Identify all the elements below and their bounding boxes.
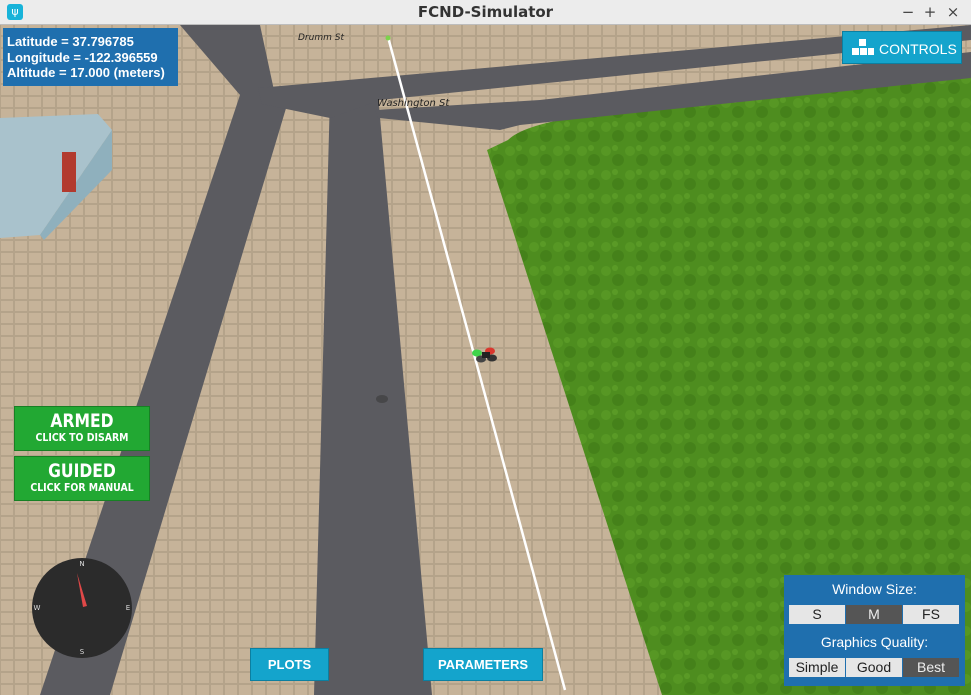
street-label-drumm: Drumm St — [298, 33, 344, 43]
quality-simple[interactable]: Simple — [789, 658, 845, 677]
compass: N S E W — [32, 558, 132, 658]
telemetry-panel: Latitude = 37.796785 Longitude = -122.39… — [3, 28, 178, 86]
title-bar: ψ FCND-Simulator − + × — [0, 0, 971, 25]
window-size-m[interactable]: M — [846, 605, 902, 624]
window-size-s[interactable]: S — [789, 605, 845, 624]
building-sign — [62, 152, 76, 192]
compass-e: E — [126, 604, 130, 612]
guided-button[interactable]: GUIDED CLICK FOR MANUAL — [14, 456, 150, 501]
graphics-quality-label: Graphics Quality: — [820, 634, 929, 650]
minimize-button[interactable]: − — [898, 2, 918, 22]
close-button[interactable]: × — [943, 2, 963, 22]
controls-label: CONTROLS — [879, 41, 957, 57]
compass-n: N — [79, 560, 84, 568]
armed-title: ARMED — [50, 410, 114, 432]
quality-best[interactable]: Best — [903, 658, 959, 677]
compass-dial — [32, 558, 132, 658]
drone-shadow — [376, 395, 388, 403]
parameters-button[interactable]: PARAMETERS — [423, 648, 543, 681]
latitude-readout: Latitude = 37.796785 — [7, 34, 134, 49]
window-size-label: Window Size: — [832, 581, 917, 597]
compass-s: S — [80, 648, 85, 656]
blocks-icon — [852, 39, 874, 55]
window-size-fs[interactable]: FS — [903, 605, 959, 624]
guided-title: GUIDED — [48, 460, 116, 482]
waypoint-marker — [385, 35, 391, 41]
controls-button[interactable]: CONTROLS — [842, 31, 962, 64]
guided-subtitle: CLICK FOR MANUAL — [30, 481, 134, 494]
settings-panel: Window Size: S M FS Graphics Quality: Si… — [784, 575, 965, 686]
plots-button[interactable]: PLOTS — [250, 648, 329, 681]
compass-w: W — [34, 604, 41, 612]
altitude-readout: Altitude = 17.000 (meters) — [7, 65, 165, 80]
armed-subtitle: CLICK TO DISARM — [35, 431, 129, 444]
longitude-readout: Longitude = -122.396559 — [7, 49, 158, 65]
street-label-washington: Washington St — [377, 98, 450, 109]
window-title: FCND-Simulator — [417, 3, 554, 21]
maximize-button[interactable]: + — [920, 2, 940, 22]
quality-good[interactable]: Good — [846, 658, 902, 677]
armed-button[interactable]: ARMED CLICK TO DISARM — [14, 406, 150, 451]
